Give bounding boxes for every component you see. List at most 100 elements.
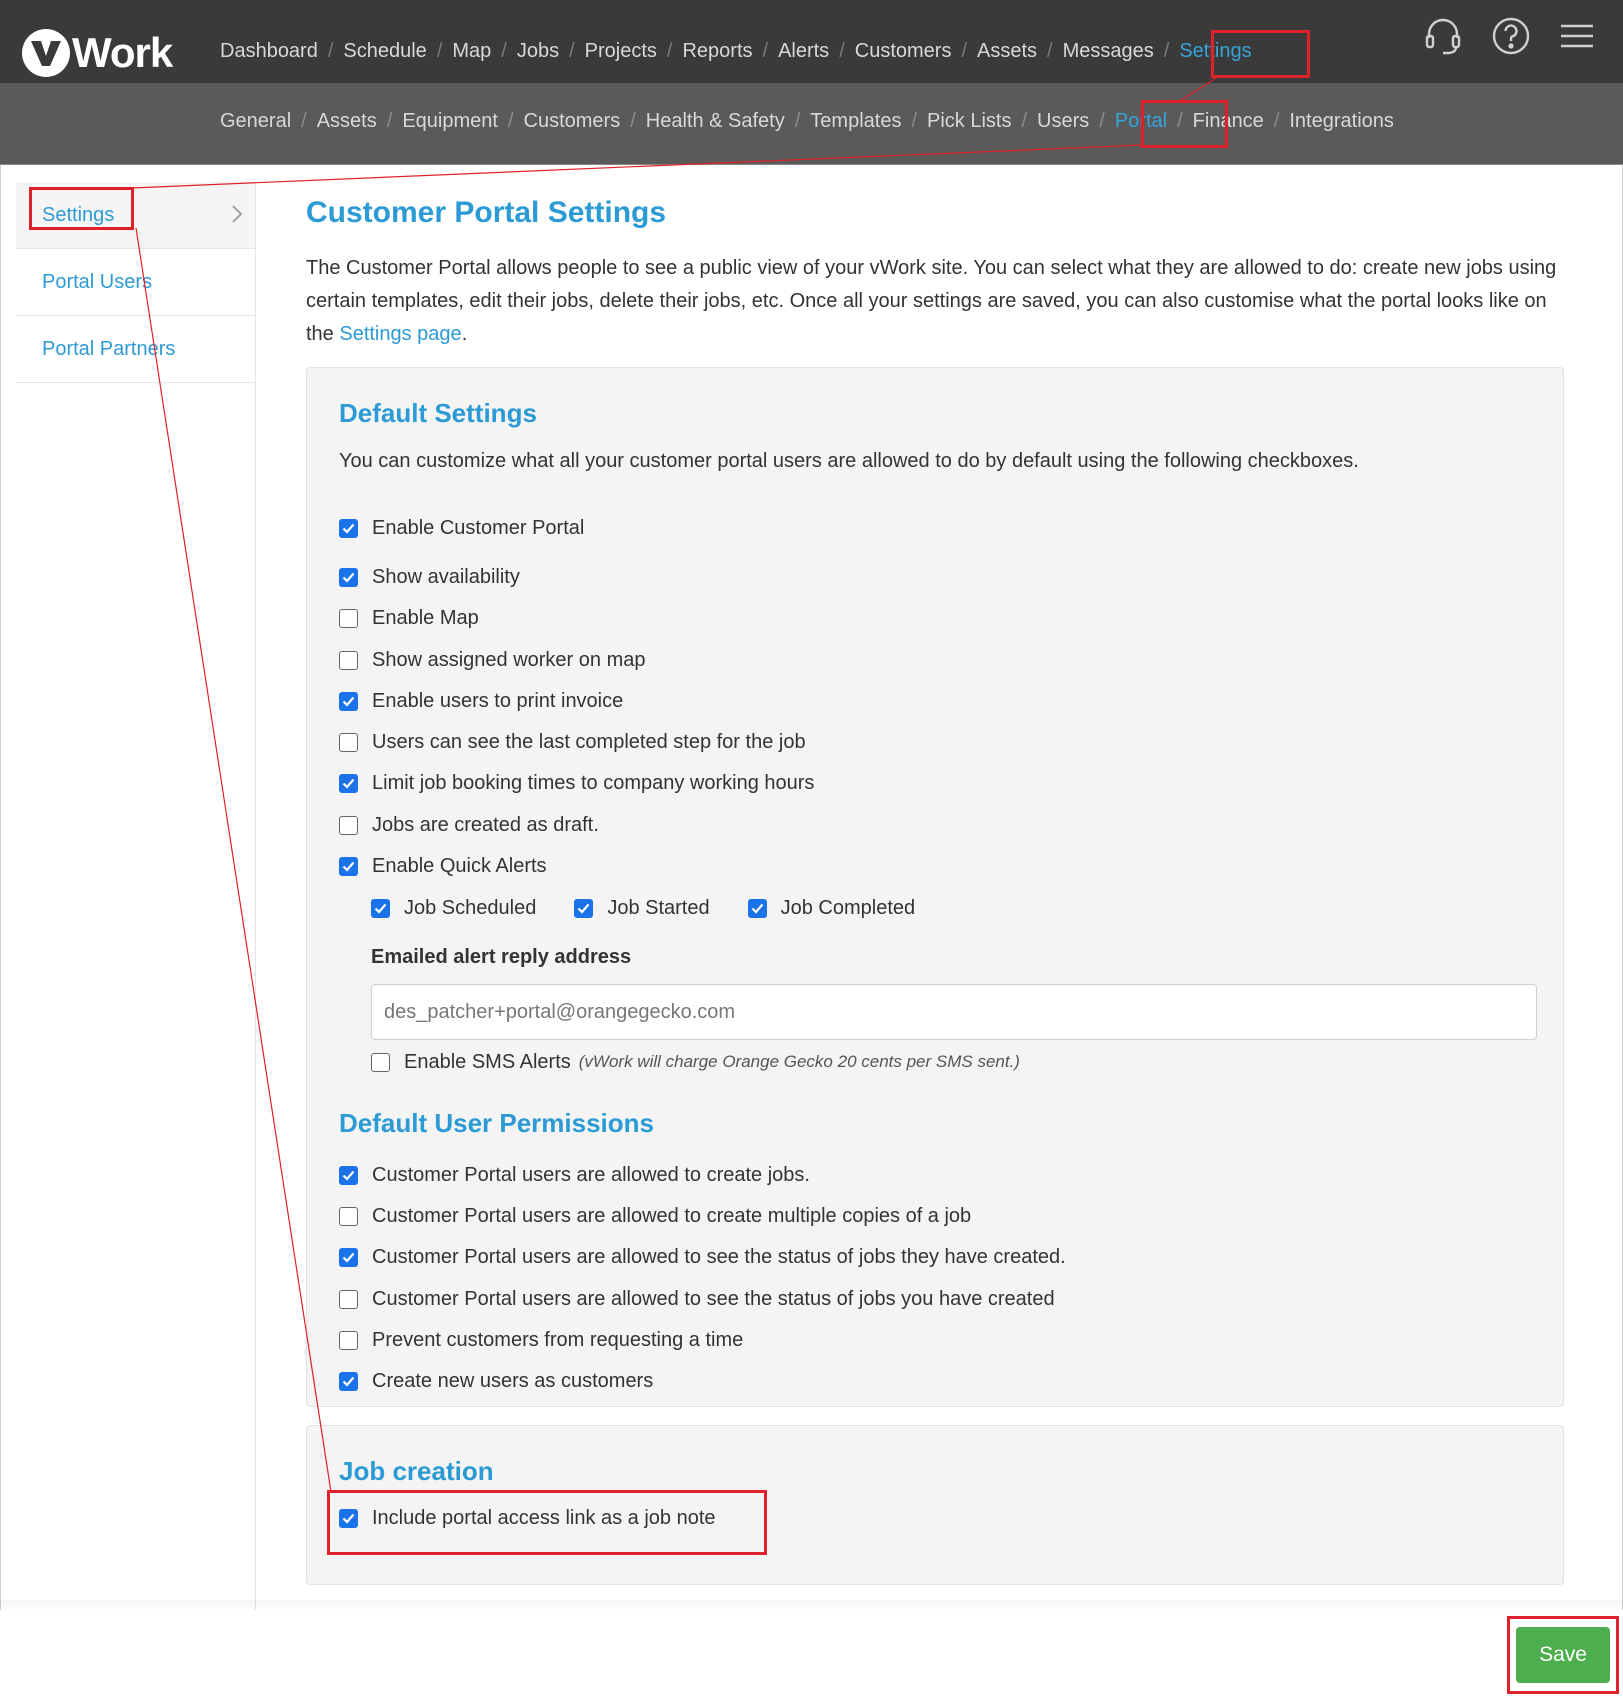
reply-address-input[interactable] (371, 984, 1537, 1040)
subnav-equipment[interactable]: Equipment (402, 110, 498, 133)
checkbox[interactable] (371, 898, 390, 918)
option-job-started[interactable]: Job Started (574, 896, 710, 920)
option-show-availability[interactable]: Show availability (339, 563, 520, 591)
nav-customers[interactable]: Customers (855, 40, 952, 63)
option-label: Customer Portal users are allowed to see… (372, 1245, 1066, 1268)
option-label: Customer Portal users are allowed to cre… (372, 1204, 972, 1227)
subnav-separator: / (630, 110, 636, 132)
nav-reports[interactable]: Reports (682, 40, 752, 63)
subnav-assets[interactable]: Assets (317, 110, 377, 133)
option-label: Enable SMS Alerts (404, 1050, 571, 1073)
option-last-completed-step[interactable]: Users can see the last completed step fo… (339, 728, 806, 756)
checkbox[interactable] (339, 815, 358, 835)
checkbox[interactable] (339, 1289, 358, 1309)
main-content: Customer Portal Settings The Customer Po… (306, 182, 1566, 1585)
chevron-right-icon (231, 204, 243, 230)
option-print-invoice[interactable]: Enable users to print invoice (339, 687, 623, 715)
checkbox[interactable] (339, 1247, 358, 1267)
nav-separator: / (666, 40, 673, 62)
subnav-pick-lists[interactable]: Pick Lists (927, 110, 1011, 133)
option-enable-customer-portal[interactable]: Enable Customer Portal (339, 514, 584, 542)
vwork-logo[interactable]: Work (22, 28, 173, 78)
subnav-separator: / (386, 110, 393, 132)
save-button[interactable]: Save (1516, 1627, 1610, 1683)
checkbox[interactable] (339, 1206, 358, 1226)
option-label: Enable users to print invoice (372, 689, 624, 712)
option-label: Show availability (372, 565, 520, 588)
option-job-completed[interactable]: Job Completed (747, 897, 915, 920)
subnav-finance[interactable]: Finance (1193, 110, 1264, 133)
nav-alerts[interactable]: Alerts (778, 40, 829, 63)
quick-alert-options: Job Scheduled Job Started Job Completed (371, 894, 953, 922)
permission-prevent-requesting-time[interactable]: Prevent customers from requesting a time (339, 1326, 743, 1354)
permission-see-status-own-jobs[interactable]: Customer Portal users are allowed to see… (339, 1243, 1066, 1271)
settings-page-link[interactable]: Settings page (339, 323, 461, 345)
nav-jobs[interactable]: Jobs (517, 40, 559, 63)
permission-see-status-your-jobs[interactable]: Customer Portal users are allowed to see… (339, 1285, 1055, 1313)
nav-map[interactable]: Map (452, 40, 491, 63)
nav-separator: / (762, 40, 769, 62)
help-icon[interactable] (1491, 16, 1531, 56)
sidebar-item-portal-users[interactable]: Portal Users (16, 249, 255, 316)
subnav-integrations[interactable]: Integrations (1289, 110, 1394, 133)
checkbox[interactable] (371, 1052, 390, 1072)
checkbox[interactable] (339, 518, 358, 538)
headset-icon[interactable] (1423, 16, 1463, 56)
nav-schedule[interactable]: Schedule (343, 40, 426, 63)
permission-create-multiple-copies[interactable]: Customer Portal users are allowed to cre… (339, 1202, 971, 1230)
subnav-templates[interactable]: Templates (810, 110, 901, 133)
subnav-customers[interactable]: Customers (524, 110, 621, 133)
intro-text: The Customer Portal allows people to see… (306, 257, 1557, 345)
option-show-assigned-worker[interactable]: Show assigned worker on map (339, 646, 645, 674)
nav-separator: / (327, 40, 334, 62)
permission-create-jobs[interactable]: Customer Portal users are allowed to cre… (339, 1161, 810, 1189)
option-label: Limit job booking times to company worki… (372, 771, 815, 794)
checkbox[interactable] (339, 1165, 358, 1185)
default-settings-description: You can customize what all your customer… (339, 450, 1359, 472)
option-enable-quick-alerts[interactable]: Enable Quick Alerts (339, 852, 547, 880)
checkbox[interactable] (339, 691, 358, 711)
job-creation-panel: Job creation Include portal access link … (306, 1425, 1564, 1585)
option-enable-sms-alerts[interactable]: Enable SMS Alerts (vWork will charge Ora… (371, 1048, 1020, 1076)
logo-v-mark (22, 29, 70, 77)
nav-messages[interactable]: Messages (1063, 40, 1154, 63)
nav-settings[interactable]: Settings (1179, 40, 1251, 63)
sidebar-item-settings[interactable]: Settings (16, 182, 255, 249)
checkbox[interactable] (339, 608, 358, 628)
checkbox[interactable] (339, 1330, 358, 1350)
option-limit-booking-times[interactable]: Limit job booking times to company worki… (339, 769, 814, 797)
settings-sub-navigation: General / Assets / Equipment / Customers… (0, 83, 1623, 165)
nav-separator: / (501, 40, 507, 62)
main-nav: Dashboard / Schedule / Map / Jobs / Proj… (220, 40, 1252, 63)
subnav-separator: / (911, 110, 918, 132)
nav-dashboard[interactable]: Dashboard (220, 40, 318, 63)
subnav-health-safety[interactable]: Health & Safety (646, 110, 785, 133)
option-label: Job Started (607, 896, 710, 919)
checkbox[interactable] (339, 856, 358, 876)
checkbox[interactable] (339, 732, 358, 752)
checkbox[interactable] (339, 1508, 358, 1528)
sidebar-item-portal-partners[interactable]: Portal Partners (16, 316, 255, 383)
menu-icon[interactable] (1559, 21, 1595, 51)
checkbox[interactable] (747, 898, 767, 918)
checkbox[interactable] (339, 650, 358, 670)
option-enable-map[interactable]: Enable Map (339, 604, 479, 632)
option-jobs-created-as-draft[interactable]: Jobs are created as draft. (339, 811, 599, 839)
nav-projects[interactable]: Projects (585, 40, 657, 63)
checkbox[interactable] (339, 567, 358, 587)
option-job-scheduled[interactable]: Job Scheduled (371, 897, 536, 920)
nav-separator: / (961, 40, 968, 62)
subnav-general[interactable]: General (220, 110, 291, 133)
nav-assets[interactable]: Assets (977, 40, 1037, 63)
checkbox[interactable] (339, 1371, 358, 1391)
subnav-users[interactable]: Users (1037, 110, 1089, 133)
default-settings-title: Default Settings (339, 398, 537, 428)
option-label: Customer Portal users are allowed to cre… (372, 1163, 810, 1186)
page-title: Customer Portal Settings (306, 196, 667, 229)
checkbox[interactable] (339, 773, 358, 793)
checkbox[interactable] (574, 898, 594, 918)
permission-new-users-as-customers[interactable]: Create new users as customers (339, 1367, 653, 1395)
subnav-portal[interactable]: Portal (1115, 110, 1167, 133)
footer-bar (0, 1610, 1623, 1698)
option-include-portal-access-link[interactable]: Include portal access link as a job note (339, 1504, 716, 1532)
